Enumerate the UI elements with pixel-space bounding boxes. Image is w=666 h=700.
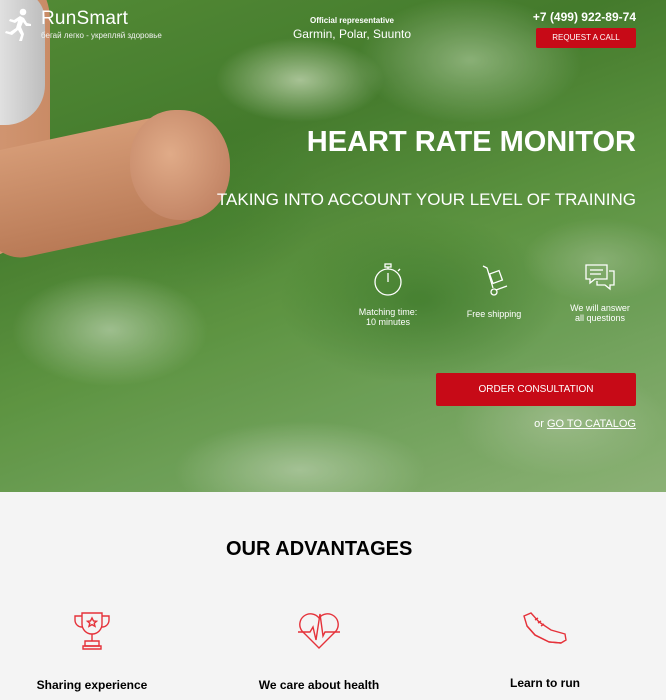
advantages-section: OUR ADVANTAGES Sharing experience We car… (0, 492, 666, 700)
official-representative: Official representative Garmin, Polar, S… (272, 16, 432, 41)
feature-text-line2: 10 minutes (365, 317, 411, 327)
runner-image-fist (130, 110, 230, 220)
feature-text-line1: Free shipping (466, 309, 522, 319)
runner-logo-icon (5, 8, 31, 41)
advantage-label: Learn to run (509, 676, 580, 690)
logo[interactable]: RunSmart бегай легко - укрепляй здоровье (4, 8, 162, 42)
representative-brands: Garmin, Polar, Suunto (292, 27, 412, 41)
hero-subtitle: TAKING INTO ACCOUNT YOUR LEVEL OF TRAINI… (216, 190, 636, 209)
advantage-label: We care about health (258, 678, 380, 692)
chat-icon (585, 264, 615, 291)
feature-text-line1: We will answer (570, 303, 630, 313)
catalog-link-row: or GO TO CATALOG (534, 418, 636, 430)
feature-text-line1: Matching time: (358, 307, 418, 317)
advantages-title: OUR ADVANTAGES (226, 538, 413, 560)
heart-pulse-icon (298, 613, 340, 649)
go-to-catalog-link[interactable]: GO TO CATALOG (547, 418, 636, 430)
phone-number[interactable]: +7 (499) 922-89-74 (533, 10, 636, 24)
delivery-cart-icon (482, 265, 508, 296)
feature-matching-time: Matching time: 10 minutes (348, 262, 428, 327)
feature-text-line2: all questions (574, 313, 626, 323)
advantage-item: Sharing experience (2, 610, 182, 692)
advantage-item: Learn to run (455, 610, 635, 690)
running-shoe-icon (523, 612, 567, 644)
brand-tagline: бегай легко - укрепляй здоровье (41, 31, 162, 40)
request-call-button[interactable]: REQUEST A CALL (536, 28, 636, 48)
stopwatch-icon (374, 263, 402, 296)
representative-label: Official representative (309, 16, 395, 25)
brand-name: RunSmart (41, 8, 129, 29)
trophy-icon (74, 612, 110, 650)
hero-section: RunSmart бегай легко - укрепляй здоровье… (0, 0, 666, 492)
advantage-item: We care about health (229, 610, 409, 692)
advantage-label: Sharing experience (36, 678, 148, 692)
contact-block: +7 (499) 922-89-74 REQUEST A CALL (533, 10, 636, 48)
feature-answer-questions: We will answer all questions (560, 262, 640, 323)
feature-free-shipping: Free shipping (454, 262, 534, 319)
catalog-prefix: or (534, 418, 544, 430)
hero-title: HEART RATE MONITOR (306, 126, 636, 158)
order-consultation-button[interactable]: ORDER CONSULTATION (436, 373, 636, 406)
